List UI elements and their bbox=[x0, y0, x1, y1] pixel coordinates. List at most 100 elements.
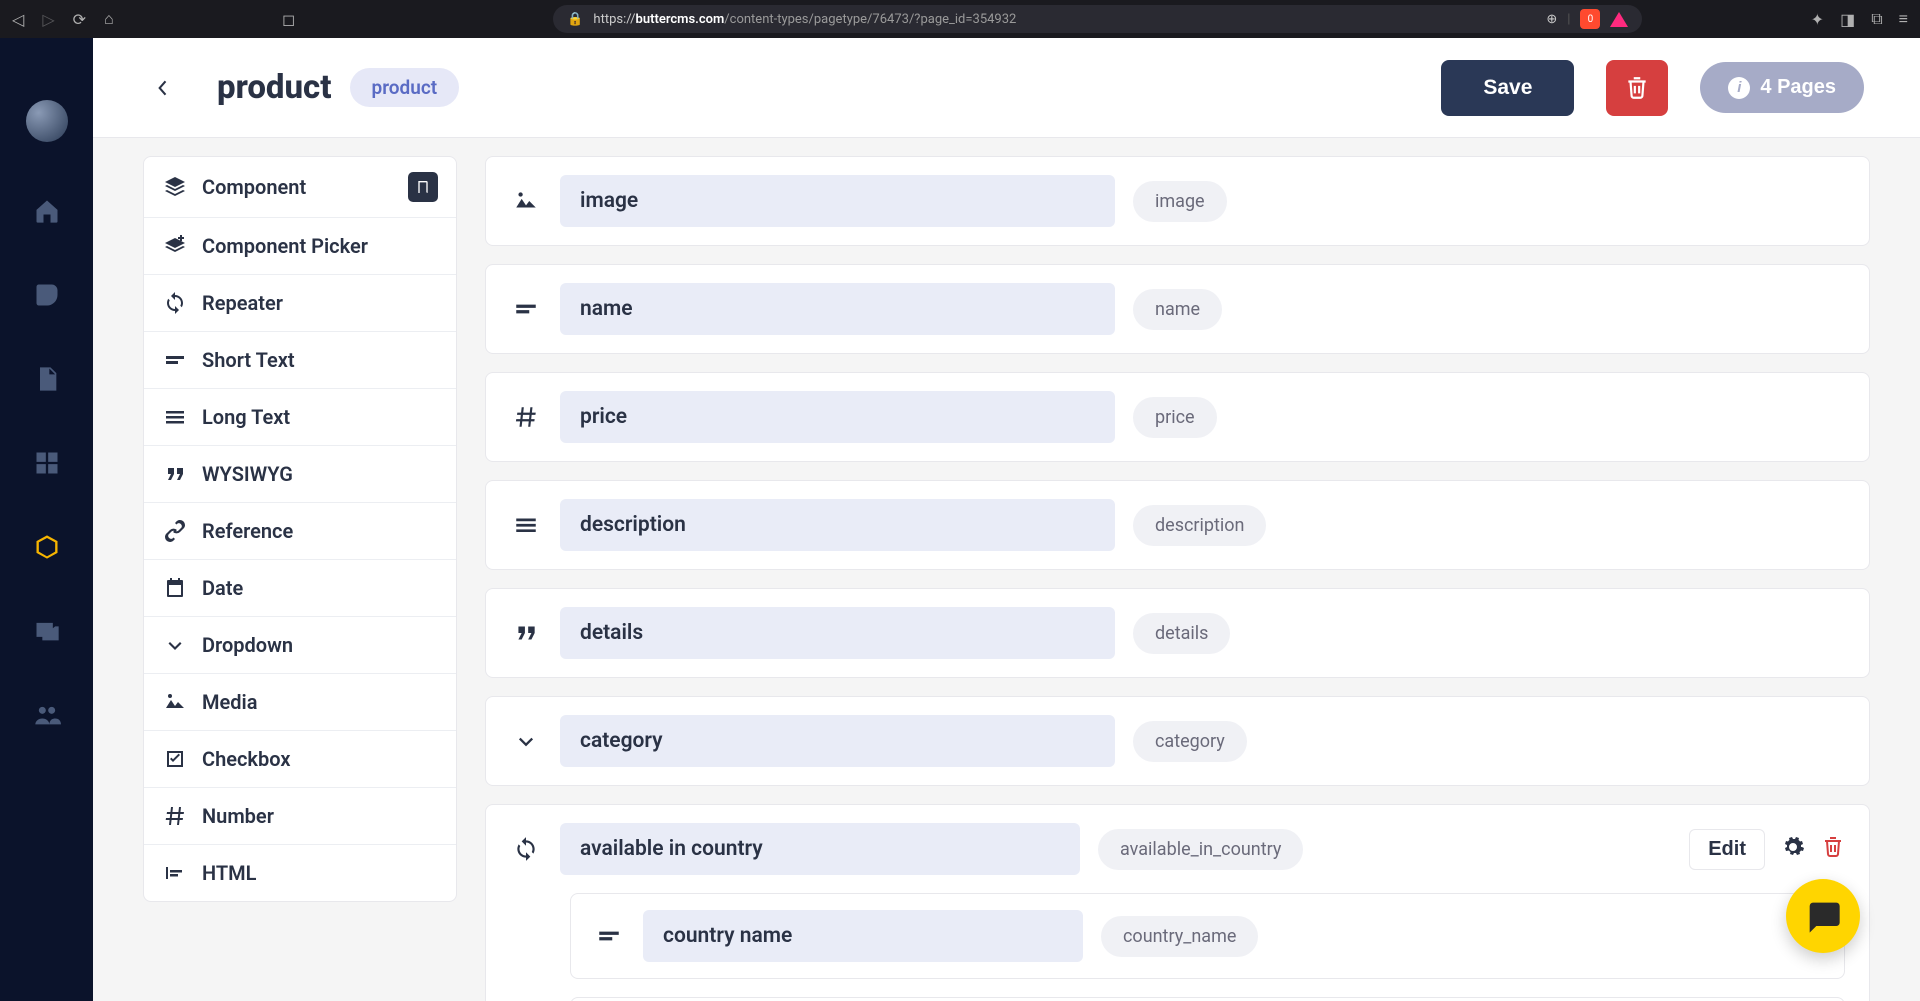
chat-bubble-button[interactable] bbox=[1786, 879, 1860, 953]
hash-icon bbox=[162, 803, 188, 829]
palette-item-label: WYSIWYG bbox=[202, 462, 293, 486]
field-slug: available_in_country bbox=[1098, 829, 1303, 870]
palette-item-label: Media bbox=[202, 690, 257, 714]
field-palette: Component Component Picker Repeater Short T… bbox=[143, 156, 457, 902]
palette-item-component[interactable]: Component bbox=[144, 157, 456, 218]
palette-item-long-text[interactable]: Long Text bbox=[144, 389, 456, 446]
palette-item-label: Dropdown bbox=[202, 633, 293, 657]
palette-item-label: Short Text bbox=[202, 348, 295, 372]
window-icon[interactable]: ⧉ bbox=[1871, 9, 1882, 29]
url-path: /content-types/pagetype/76473/?page_id=3… bbox=[724, 12, 1016, 27]
field-label[interactable]: description bbox=[560, 499, 1115, 551]
palette-item-checkbox[interactable]: Checkbox bbox=[144, 731, 456, 788]
palette-item-component-picker[interactable]: Component Picker bbox=[144, 218, 456, 275]
palette-item-media[interactable]: Media bbox=[144, 674, 456, 731]
pages-count-label: 4 Pages bbox=[1760, 76, 1836, 99]
short-text-icon bbox=[162, 347, 188, 373]
back-button[interactable] bbox=[151, 76, 175, 100]
palette-item-html[interactable]: HTML bbox=[144, 845, 456, 901]
url-prefix: https:// bbox=[593, 12, 635, 27]
field-card[interactable]: imageimage bbox=[485, 156, 1870, 246]
layers-icon bbox=[162, 174, 188, 200]
reload-icon[interactable]: ⟳ bbox=[73, 10, 86, 29]
rail-pages-icon[interactable] bbox=[32, 364, 62, 394]
media-icon bbox=[510, 185, 542, 217]
field-label[interactable]: image bbox=[560, 175, 1115, 227]
chevron-icon bbox=[162, 632, 188, 658]
field-label[interactable]: available in country bbox=[560, 823, 1080, 875]
divider: | bbox=[1567, 12, 1570, 27]
zoom-icon[interactable]: ⊕ bbox=[1546, 12, 1557, 27]
palette-item-short-text[interactable]: Short Text bbox=[144, 332, 456, 389]
field-label[interactable]: name bbox=[560, 283, 1115, 335]
layers-plus-icon bbox=[162, 233, 188, 259]
short-text-icon bbox=[510, 293, 542, 325]
fields-column: imageimagenamenamepricepricedescriptiond… bbox=[485, 156, 1870, 1001]
field-label[interactable]: country name bbox=[643, 910, 1083, 962]
palette-item-date[interactable]: Date bbox=[144, 560, 456, 617]
html-icon bbox=[162, 860, 188, 886]
lock-icon: 🔒 bbox=[567, 12, 583, 27]
field-card[interactable]: country codecountry_code bbox=[570, 997, 1845, 1001]
sidepanel-icon[interactable]: ◨ bbox=[1840, 10, 1855, 29]
media-icon bbox=[162, 689, 188, 715]
palette-item-wysiwyg[interactable]: WYSIWYG bbox=[144, 446, 456, 503]
save-button[interactable]: Save bbox=[1441, 60, 1574, 116]
repeat-icon bbox=[162, 290, 188, 316]
palette-item-reference[interactable]: Reference bbox=[144, 503, 456, 560]
field-label[interactable]: price bbox=[560, 391, 1115, 443]
palette-item-label: Number bbox=[202, 804, 274, 828]
field-slug: description bbox=[1133, 505, 1266, 546]
rail-content-types-icon[interactable] bbox=[32, 532, 62, 562]
rail-media-icon[interactable] bbox=[32, 616, 62, 646]
field-slug: name bbox=[1133, 289, 1222, 330]
avatar[interactable] bbox=[26, 100, 68, 142]
chevron-icon bbox=[510, 725, 542, 757]
browser-chrome: ◁ ▷ ⟳ ⌂ ◻ 🔒 https://buttercms.com/conten… bbox=[0, 0, 1920, 38]
delete-button[interactable] bbox=[1606, 60, 1668, 116]
rail-users-icon[interactable] bbox=[32, 700, 62, 730]
address-bar[interactable]: 🔒 https://buttercms.com/content-types/pa… bbox=[553, 5, 1642, 33]
quote-icon bbox=[510, 617, 542, 649]
repeater-card[interactable]: available in country available_in_country… bbox=[485, 804, 1870, 1001]
forward-nav-icon[interactable]: ▷ bbox=[42, 10, 54, 29]
palette-item-repeater[interactable]: Repeater bbox=[144, 275, 456, 332]
field-card[interactable]: detailsdetails bbox=[485, 588, 1870, 678]
menu-icon[interactable]: ≡ bbox=[1899, 9, 1908, 29]
palette-item-number[interactable]: Number bbox=[144, 788, 456, 845]
field-card[interactable]: priceprice bbox=[485, 372, 1870, 462]
short-text-icon bbox=[593, 920, 625, 952]
brave-icon[interactable] bbox=[1610, 12, 1628, 27]
palette-item-label: Checkbox bbox=[202, 747, 290, 771]
shield-icon[interactable]: 0 bbox=[1580, 9, 1600, 29]
bookmark-icon[interactable]: ◻ bbox=[282, 10, 295, 29]
calendar-icon bbox=[162, 575, 188, 601]
field-label[interactable]: category bbox=[560, 715, 1115, 767]
palette-item-label: Component bbox=[202, 175, 306, 199]
field-card[interactable]: categorycategory bbox=[485, 696, 1870, 786]
edit-button[interactable]: Edit bbox=[1689, 829, 1765, 870]
repeat-icon bbox=[510, 833, 542, 865]
long-text-icon bbox=[162, 404, 188, 430]
extensions-icon[interactable]: ✦ bbox=[1811, 10, 1824, 29]
field-card[interactable]: name name bbox=[485, 264, 1870, 354]
palette-item-label: Date bbox=[202, 576, 243, 600]
field-label[interactable]: details bbox=[560, 607, 1115, 659]
home-nav-icon[interactable]: ⌂ bbox=[104, 9, 114, 29]
rail-home-icon[interactable] bbox=[32, 196, 62, 226]
field-card[interactable]: description description bbox=[485, 480, 1870, 570]
palette-item-label: Reference bbox=[202, 519, 293, 543]
palette-item-label: Repeater bbox=[202, 291, 283, 315]
palette-item-dropdown[interactable]: Dropdown bbox=[144, 617, 456, 674]
long-text-icon bbox=[510, 509, 542, 541]
pages-count-button[interactable]: i 4 Pages bbox=[1700, 62, 1864, 113]
back-nav-icon[interactable]: ◁ bbox=[12, 10, 24, 29]
field-card[interactable]: country namecountry_name bbox=[570, 893, 1845, 979]
gear-icon[interactable] bbox=[1781, 835, 1805, 863]
trash-icon[interactable] bbox=[1821, 835, 1845, 863]
page-type-tag: product bbox=[350, 68, 460, 107]
library-icon[interactable] bbox=[408, 172, 438, 202]
rail-collections-icon[interactable] bbox=[32, 448, 62, 478]
rail-blog-icon[interactable] bbox=[32, 280, 62, 310]
left-rail bbox=[0, 38, 93, 1001]
